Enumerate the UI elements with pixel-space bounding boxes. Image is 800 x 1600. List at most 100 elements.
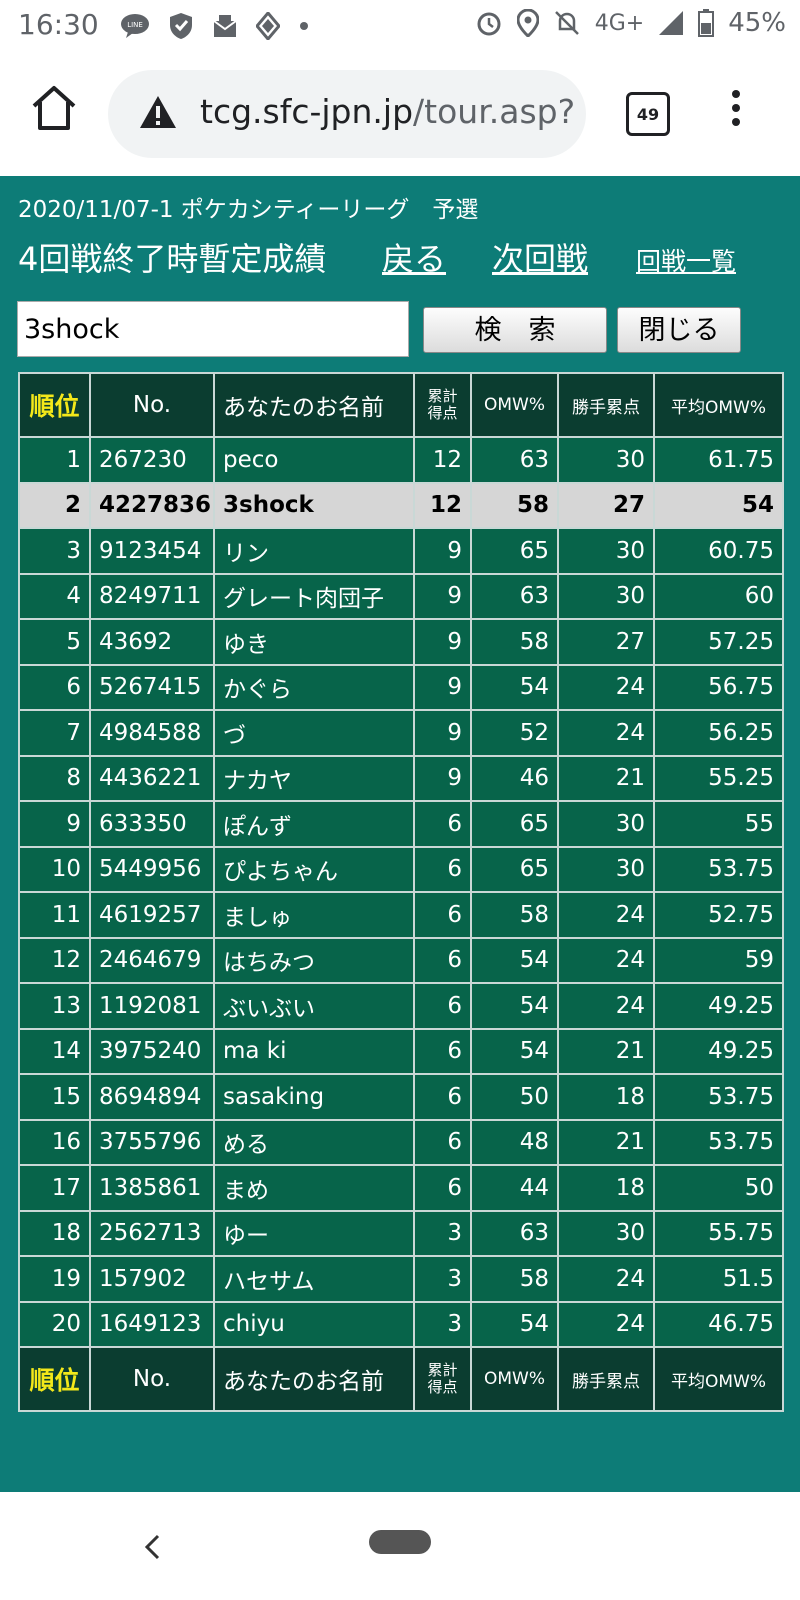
close-button[interactable]: 閉じる [617,307,741,353]
cell-rank: 10 [18,845,91,893]
cell-omw: 54 [470,1300,559,1348]
home-gesture-pill[interactable] [369,1530,431,1554]
cell-avg-omw: 52.75 [653,891,784,939]
tab-switcher-button[interactable]: 49 [626,92,670,136]
cell-rank: 20 [18,1300,91,1348]
cell-avg-omw: 56.75 [653,663,784,711]
alarm-icon [475,9,503,37]
table-row: 10 5449956 ぴよちゃん 6 65 30 53.75 [18,845,784,893]
cell-omw: 54 [470,982,559,1030]
cell-omw: 54 [470,936,559,984]
more-menu-icon[interactable] [726,86,746,136]
table-row: 5 43692 ゆき 9 58 27 57.25 [18,618,784,666]
round-list-link[interactable]: 回戦一覧 [636,242,736,278]
svg-text:LINE: LINE [127,21,143,29]
cell-avg-omw: 59 [653,936,784,984]
page-content: 2020/11/07-1 ポケカシティーリーグ 予選 4回戦終了時暫定成績 戻る… [0,176,800,1492]
diamond-app-icon [256,12,280,40]
cell-name: ましゅ [213,891,415,939]
cell-rank: 7 [18,709,91,757]
cell-points: 6 [413,800,472,848]
cell-no: 8694894 [89,1073,215,1121]
next-round-link[interactable]: 次回戦 [492,234,588,280]
cell-name: ハセサム [213,1255,415,1303]
header-points-line2: 得点 [427,404,458,422]
cell-no: 8249711 [89,572,215,620]
cell-avg-omw: 55.25 [653,754,784,802]
warning-icon[interactable] [138,94,178,134]
table-row: 20 1649123 chiyu 3 54 24 46.75 [18,1300,784,1348]
cell-omw: 44 [470,1164,559,1212]
header-omw: OMW% [470,372,559,438]
heading-row: 4回戦終了時暫定成績 戻る 次回戦 回戦一覧 [18,234,788,284]
table-row: 12 2464679 はちみつ 6 54 24 59 [18,936,784,984]
footer-rank: 順位 [18,1346,91,1412]
cell-name: peco [213,436,415,484]
table-row: 17 1385861 まめ 6 44 18 50 [18,1164,784,1212]
status-time: 16:30 [18,8,99,41]
home-icon[interactable] [26,80,82,136]
cell-rank: 8 [18,754,91,802]
table-body: 1 267230 peco 12 63 30 61.75 2 4227836 3shock 12 58… [18,436,784,1348]
cell-name: グレート肉団子 [213,572,415,620]
cell-name: ぶいぶい [213,982,415,1030]
table-row: 4 8249711 グレート肉団子 9 63 30 60 [18,572,784,620]
search-input[interactable]: 3shock [17,301,409,357]
ranking-table: 順位 No. あなたのお名前 累計 得点 OMW% 勝手累点 平均OMW% 1 26… [18,372,784,1412]
cell-rank: 1 [18,436,91,484]
cell-rank: 5 [18,618,91,666]
cell-points: 6 [413,936,472,984]
footer-omw: OMW% [470,1346,559,1412]
header-points-line1: 累計 [427,387,458,405]
cell-omw: 65 [470,845,559,893]
cell-win-points: 24 [557,709,655,757]
cell-points: 3 [413,1255,472,1303]
cell-omw: 65 [470,527,559,575]
cell-win-points: 24 [557,936,655,984]
cell-avg-omw: 53.75 [653,1073,784,1121]
table-row: 13 1192081 ぶいぶい 6 54 24 49.25 [18,982,784,1030]
cell-win-points: 27 [557,481,655,529]
url-bar[interactable]: tcg.sfc-jpn.jp/tour.asp? [108,70,586,158]
cell-points: 3 [413,1300,472,1348]
system-icons: 4G+ 45% [475,8,786,38]
cell-points: 9 [413,618,472,666]
header-no: No. [89,372,215,438]
cell-no: 1192081 [89,982,215,1030]
back-link[interactable]: 戻る [382,234,446,280]
system-nav-bar [0,1492,800,1600]
header-avg-omw: 平均OMW% [653,372,784,438]
cell-name: ゆー [213,1209,415,1257]
cell-rank: 3 [18,527,91,575]
cell-omw: 58 [470,481,559,529]
table-row: 9 633350 ぽんず 6 65 30 55 [18,800,784,848]
cell-avg-omw: 50 [653,1164,784,1212]
event-title: 2020/11/07-1 ポケカシティーリーグ 予選 [18,197,479,223]
cell-avg-omw: 53.75 [653,845,784,893]
mail-icon [212,13,238,39]
table-row: 16 3755796 める 6 48 21 53.75 [18,1118,784,1166]
battery-level: 45% [728,8,786,38]
back-nav-icon[interactable] [140,1532,164,1570]
cell-name: リン [213,527,415,575]
cell-name: ゆき [213,618,415,666]
cell-win-points: 24 [557,982,655,1030]
cell-name: かぐら [213,663,415,711]
cell-win-points: 24 [557,663,655,711]
cell-name: づ [213,709,415,757]
battery-icon [698,9,715,37]
cell-points: 6 [413,1073,472,1121]
search-button[interactable]: 検 索 [423,307,607,353]
cell-win-points: 24 [557,1300,655,1348]
url-text[interactable]: tcg.sfc-jpn.jp/tour.asp? [200,92,575,131]
cell-name: sasaking [213,1073,415,1121]
cell-name: ナカヤ [213,754,415,802]
cell-omw: 46 [470,754,559,802]
cell-avg-omw: 60 [653,572,784,620]
cell-avg-omw: 53.75 [653,1118,784,1166]
cell-no: 5267415 [89,663,215,711]
mute-icon [553,9,581,37]
cell-points: 6 [413,982,472,1030]
cell-avg-omw: 61.75 [653,436,784,484]
cell-rank: 11 [18,891,91,939]
